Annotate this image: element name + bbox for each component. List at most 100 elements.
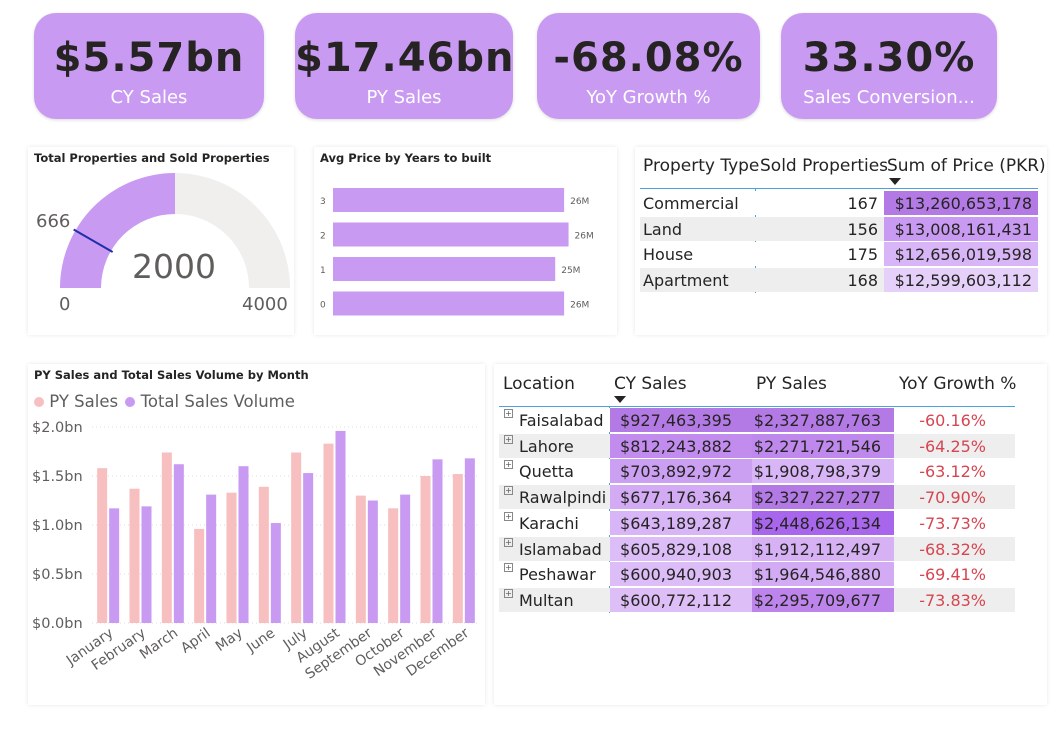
bar-total-sales-volume[interactable] <box>173 464 184 623</box>
cell-sold-properties: 168 <box>847 270 878 290</box>
bar-py-sales[interactable] <box>258 486 269 623</box>
cell-py-sales: $2,271,721,546 <box>753 436 881 456</box>
cell-py-sales: $1,908,798,379 <box>753 462 881 482</box>
cell-property-type: Land <box>643 219 683 239</box>
sort-desc-icon[interactable] <box>614 396 626 403</box>
column-header-yoy-growth[interactable]: YoY Growth % <box>899 374 1016 394</box>
gauge-max-label: 4000 <box>242 294 288 315</box>
bar-py-sales[interactable] <box>97 468 108 623</box>
avg-price-panel[interactable]: Avg Price by Years to built 3 26M 2 26M 1 25M… <box>314 147 617 335</box>
location-table: Location CY Sales PY Sales YoY Growth % … <box>494 364 1047 705</box>
property-table-panel[interactable]: Property Type Sold Properties Sum of Pri… <box>635 147 1047 335</box>
property-table: Property Type Sold Properties Sum of Pri… <box>635 147 1047 335</box>
bar-total-sales-volume[interactable] <box>400 494 411 623</box>
avg-price-bar[interactable] <box>333 222 569 247</box>
cell-yoy-growth: -60.16% <box>919 411 986 430</box>
cell-location: Lahore <box>519 436 574 456</box>
cell-cy-sales: $927,463,395 <box>620 411 732 430</box>
cell-sum-of-price: $13,260,653,178 <box>894 194 1032 213</box>
cell-yoy-growth: -64.25% <box>919 436 986 456</box>
expand-row-icon[interactable]: + <box>504 486 513 496</box>
cell-cy-sales: $812,243,882 <box>620 436 732 456</box>
avg-price-category-label: 2 <box>320 232 326 242</box>
cell-py-sales: $2,327,887,763 <box>753 411 881 430</box>
avg-price-bar[interactable] <box>333 188 565 212</box>
gauge-min-label: 0 <box>59 294 71 315</box>
cell-cy-sales: $703,892,972 <box>620 462 732 482</box>
bar-py-sales[interactable] <box>194 528 205 623</box>
cell-py-sales: $1,964,546,880 <box>753 565 881 585</box>
kpi-label: YoY Growth % <box>586 87 711 108</box>
bar-total-sales-volume[interactable] <box>303 473 314 623</box>
bar-total-sales-volume[interactable] <box>141 506 152 623</box>
cell-sum-of-price: $12,656,019,598 <box>894 245 1032 264</box>
x-tick-label: June <box>243 625 278 656</box>
cell-yoy-growth: -68.32% <box>919 539 986 559</box>
kpi-card-cy-sales[interactable]: $5.57bn CY Sales <box>34 13 264 119</box>
y-tick-label: $1.5bn <box>32 469 83 485</box>
cell-sold-properties: 156 <box>847 219 878 239</box>
column-header-property-type[interactable]: Property Type <box>643 156 759 176</box>
expand-row-icon[interactable]: + <box>504 460 513 470</box>
bar-py-sales[interactable] <box>420 476 431 623</box>
kpi-card-py-sales[interactable]: $17.46bn PY Sales <box>295 13 513 119</box>
avg-price-bar[interactable] <box>333 291 565 316</box>
cell-location: Peshawar <box>519 565 596 585</box>
kpi-value: -68.08% <box>553 35 744 81</box>
header-divider <box>640 188 1038 189</box>
avg-price-bar[interactable] <box>333 257 556 281</box>
sort-desc-icon[interactable] <box>889 178 901 185</box>
bar-total-sales-volume[interactable] <box>206 494 217 623</box>
y-tick-label: $0.5bn <box>32 567 83 583</box>
cell-property-type: Commercial <box>643 194 739 213</box>
bar-total-sales-volume[interactable] <box>270 523 281 623</box>
bar-py-sales[interactable] <box>388 508 399 623</box>
avg-price-category-label: 1 <box>320 266 326 276</box>
gauge-panel[interactable]: Total Properties and Sold Properties 666… <box>28 147 294 335</box>
bar-py-sales[interactable] <box>226 492 237 623</box>
bar-py-sales[interactable] <box>452 474 463 623</box>
header-divider <box>499 406 1015 407</box>
avg-price-data-label: 26M <box>575 232 594 242</box>
bar-total-sales-volume[interactable] <box>238 466 249 623</box>
column-header-py-sales[interactable]: PY Sales <box>756 374 827 394</box>
cell-sum-of-price: $13,008,161,431 <box>894 219 1032 239</box>
bar-total-sales-volume[interactable] <box>109 508 120 623</box>
bar-py-sales[interactable] <box>161 452 172 623</box>
x-tick-label: March <box>137 625 181 663</box>
bar-total-sales-volume[interactable] <box>367 500 378 624</box>
cell-yoy-growth: -73.83% <box>919 590 986 610</box>
cell-yoy-growth: -70.90% <box>919 488 986 508</box>
expand-row-icon[interactable]: + <box>504 588 513 598</box>
bar-py-sales[interactable] <box>291 452 302 623</box>
expand-row-icon[interactable]: + <box>504 511 513 521</box>
column-header-sold-properties[interactable]: Sold Properties <box>760 156 888 176</box>
bar-total-sales-volume[interactable] <box>464 458 475 623</box>
cell-cy-sales: $605,829,108 <box>620 539 732 559</box>
kpi-value: 33.30% <box>802 35 976 81</box>
bar-total-sales-volume[interactable] <box>432 459 443 623</box>
column-header-cy-sales[interactable]: CY Sales <box>614 374 687 394</box>
expand-row-icon[interactable]: + <box>504 434 513 444</box>
bar-py-sales[interactable] <box>355 495 366 623</box>
kpi-label: PY Sales <box>366 87 442 108</box>
gauge-value: 2000 <box>132 247 216 286</box>
column-header-sum-of-price[interactable]: Sum of Price (PKR) <box>887 156 1046 176</box>
bar-total-sales-volume[interactable] <box>335 430 346 623</box>
expand-row-icon[interactable]: + <box>504 563 513 573</box>
location-table-panel[interactable]: Location CY Sales PY Sales YoY Growth % … <box>494 364 1047 705</box>
expand-row-icon[interactable]: + <box>504 409 513 418</box>
expand-row-icon[interactable]: + <box>504 537 513 547</box>
x-tick-label: April <box>178 625 213 656</box>
kpi-card-yoy-growth[interactable]: -68.08% YoY Growth % <box>537 13 760 119</box>
cell-sold-properties: 167 <box>847 194 878 213</box>
monthly-chart-panel[interactable]: PY Sales and Total Sales Volume by Month… <box>28 364 485 705</box>
kpi-card-sales-conversion[interactable]: 33.30% Sales Conversion... <box>781 13 997 119</box>
cell-py-sales: $1,912,112,497 <box>753 539 881 559</box>
cell-py-sales: $2,327,227,277 <box>753 488 881 508</box>
bar-py-sales[interactable] <box>323 443 334 623</box>
kpi-value: $17.46bn <box>295 35 515 81</box>
bar-py-sales[interactable] <box>129 488 140 623</box>
avg-price-data-label: 26M <box>570 197 589 207</box>
column-header-location[interactable]: Location <box>503 374 575 394</box>
